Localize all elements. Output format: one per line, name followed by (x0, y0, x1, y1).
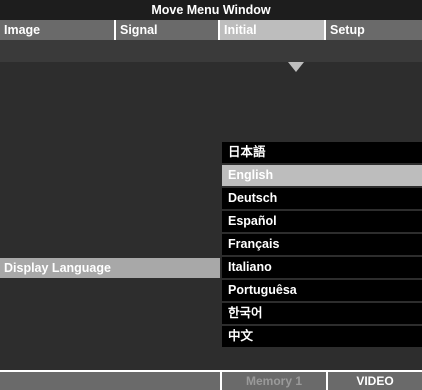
window-title: Move Menu Window (151, 3, 271, 17)
tab-signal[interactable]: Signal (116, 20, 220, 40)
tab-image[interactable]: Image (0, 20, 116, 40)
memory-indicator: Memory 1 (220, 372, 326, 390)
tab-initial[interactable]: Initial (220, 20, 326, 40)
language-option-italiano[interactable]: Italiano (222, 257, 422, 278)
language-option-chinese[interactable]: 中文 (222, 326, 422, 347)
menu-panel-header (0, 40, 422, 62)
input-source-indicator: VIDEO (326, 372, 422, 390)
language-list: 日本語 English Deutsch Español Français Ita… (222, 142, 422, 349)
language-option-japanese[interactable]: 日本語 (222, 142, 422, 163)
tab-pointer-icon (288, 62, 304, 72)
language-option-espanol[interactable]: Español (222, 211, 422, 232)
language-option-francais[interactable]: Français (222, 234, 422, 255)
display-language-item[interactable]: Display Language (0, 258, 220, 278)
tab-setup[interactable]: Setup (326, 20, 422, 40)
language-option-korean[interactable]: 한국어 (222, 303, 422, 324)
osd-menu: Move Menu Window Image Signal Initial Se… (0, 0, 422, 390)
language-option-deutsch[interactable]: Deutsch (222, 188, 422, 209)
language-option-english[interactable]: English (222, 165, 422, 186)
language-option-portuguesa[interactable]: Portuguêsa (222, 280, 422, 301)
